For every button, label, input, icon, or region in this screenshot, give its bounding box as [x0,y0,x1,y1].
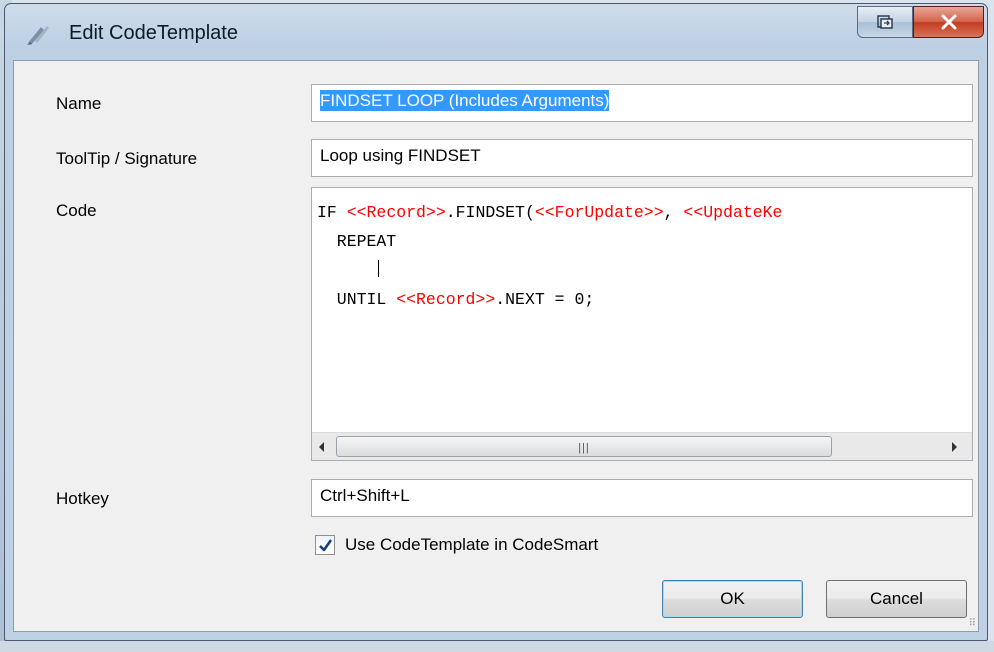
code-editor[interactable]: IF <<Record>>.FINDSET(<<ForUpdate>>, <<U… [311,187,973,461]
name-value: FINDSET LOOP (Includes Arguments) [320,90,610,111]
code-placeholder-token: <<Record>> [396,290,496,309]
name-field[interactable]: FINDSET LOOP (Includes Arguments) [311,84,973,122]
tooltip-field[interactable]: Loop using FINDSET [311,139,973,177]
code-token: UNTIL [317,290,397,309]
window-title: Edit CodeTemplate [69,22,238,44]
tooltip-label: ToolTip / Signature [56,149,198,168]
title-bar[interactable]: Edit CodeTemplate [5,4,987,60]
tooltip-value: Loop using FINDSET [320,146,481,165]
hotkey-value: Ctrl+Shift+L [320,486,410,505]
code-token: , [663,203,684,222]
code-token: .FINDSET( [445,203,535,222]
hotkey-field[interactable]: Ctrl+Shift+L [311,479,973,517]
code-line: IF <<Record>>.FINDSET(<<ForUpdate>>, <<U… [317,198,972,227]
scrollbar-thumb[interactable]: ||| [336,436,832,457]
code-text-area[interactable]: IF <<Record>>.FINDSET(<<ForUpdate>>, <<U… [317,198,972,432]
resize-grip-icon[interactable]: ⠿ [969,618,976,629]
ok-button[interactable]: OK [662,580,803,618]
close-icon [941,14,956,30]
code-line: REPEAT [317,227,972,256]
hotkey-label: Hotkey [56,489,109,508]
use-in-codesmart-label[interactable]: Use CodeTemplate in CodeSmart [345,535,598,555]
restore-icon [877,15,893,29]
app-icon [25,21,51,47]
restore-button[interactable] [857,6,913,38]
code-placeholder-token: <<ForUpdate>> [534,203,664,222]
dialog-body: Name FINDSET LOOP (Includes Arguments) T… [13,60,979,632]
horizontal-scrollbar[interactable]: ||| [312,432,972,460]
code-label: Code [56,201,97,220]
cancel-button[interactable]: Cancel [826,580,967,618]
edit-codetemplate-dialog: Edit CodeTemplate Name FINDSET LOOP (Inc… [4,3,988,641]
close-button[interactable] [913,6,984,38]
code-line: UNTIL <<Record>>.NEXT = 0; [317,285,972,314]
scroll-left-icon[interactable] [318,440,326,458]
checkmark-icon [319,539,333,552]
code-token: IF [317,203,347,222]
code-token: REPEAT [317,232,397,251]
code-placeholder-token: <<Record>> [346,203,446,222]
code-token: .NEXT = 0; [495,290,595,309]
background-app-bottom [0,641,994,652]
text-caret [378,260,379,277]
scroll-grip-icon: ||| [578,442,590,454]
use-in-codesmart-checkbox[interactable] [315,535,335,555]
name-label: Name [56,94,102,113]
code-placeholder-token: <<UpdateKe [683,203,783,222]
scroll-right-icon[interactable] [950,440,958,458]
